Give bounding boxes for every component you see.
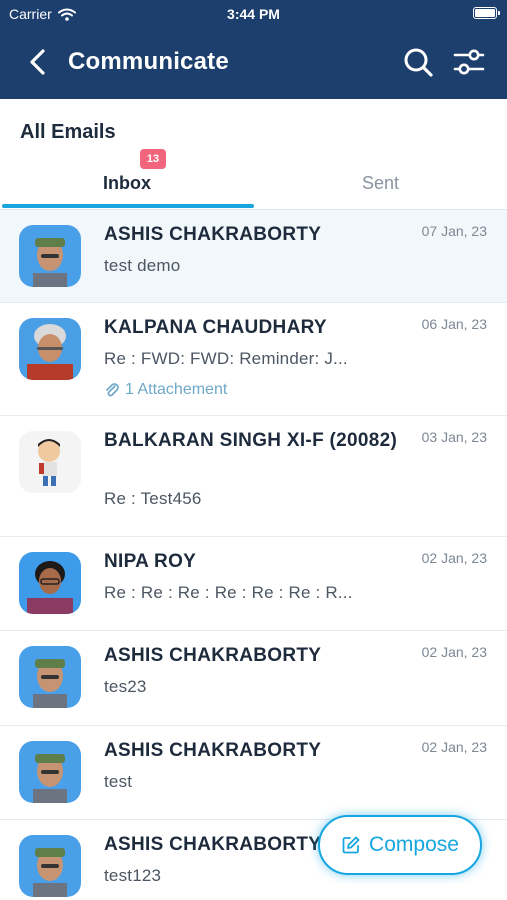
email-date: 02 Jan, 23: [421, 550, 487, 566]
attachment-info[interactable]: 1 Attachement: [104, 381, 227, 399]
avatar: [19, 552, 81, 614]
compose-button[interactable]: Compose: [318, 815, 482, 875]
page-title: Communicate: [68, 48, 229, 75]
sender-name: ASHIS CHAKRABORTY: [104, 645, 322, 666]
tab-indicator: [2, 204, 254, 208]
avatar: [19, 318, 81, 380]
tab-inbox-label: Inbox: [103, 172, 151, 193]
avatar: [19, 835, 81, 897]
sliders-icon[interactable]: [452, 46, 486, 78]
email-date: 07 Jan, 23: [421, 223, 487, 239]
email-row[interactable]: BALKARAN SINGH XI-F (20082) 03 Jan, 23 R…: [0, 416, 507, 537]
unread-badge: 13: [140, 149, 166, 169]
sender-name: BALKARAN SINGH XI-F (20082): [104, 430, 398, 451]
email-subject: Re : Test456: [104, 489, 202, 508]
edit-icon: [342, 836, 360, 854]
avatar: [19, 225, 81, 287]
email-date: 02 Jan, 23: [421, 739, 487, 755]
compose-label: Compose: [369, 833, 459, 856]
email-subject: tes23: [104, 677, 147, 696]
email-subject: Re : Re : Re : Re : Re : Re : R...: [104, 583, 353, 602]
battery-icon: [473, 7, 500, 19]
mail-tabs: Inbox 13 Sent: [0, 149, 507, 210]
email-row[interactable]: ASHIS CHAKRABORTY 02 Jan, 23 tes23: [0, 631, 507, 726]
email-row[interactable]: NIPA ROY 02 Jan, 23 Re : Re : Re : Re : …: [0, 537, 507, 631]
email-row[interactable]: ASHIS CHAKRABORTY 02 Jan, 23 test: [0, 726, 507, 820]
email-row[interactable]: KALPANA CHAUDHARY 06 Jan, 23 Re : FWD: F…: [0, 303, 507, 416]
chevron-left-icon[interactable]: [26, 48, 52, 76]
tab-sent-label: Sent: [361, 172, 400, 193]
tab-sent[interactable]: Sent: [254, 158, 507, 208]
paperclip-icon: [106, 383, 119, 397]
search-icon[interactable]: [402, 46, 434, 78]
screen: Carrier 3:44 PM Communicate All Emails I…: [0, 0, 507, 900]
sender-name: KALPANA CHAUDHARY: [104, 317, 327, 338]
email-subject: Re : FWD: FWD: Reminder: J...: [104, 349, 348, 368]
email-date: 02 Jan, 23: [421, 644, 487, 660]
sender-name: ASHIS CHAKRABORTY: [104, 224, 322, 245]
status-bar: Carrier 3:44 PM: [0, 0, 507, 28]
attachment-label: 1 Attachement: [125, 381, 228, 398]
email-date: 06 Jan, 23: [421, 316, 487, 332]
avatar: [19, 741, 81, 803]
avatar: [19, 646, 81, 708]
avatar: [19, 431, 81, 493]
email-date: 03 Jan, 23: [421, 429, 487, 445]
sender-name: ASHIS CHAKRABORTY: [104, 740, 322, 761]
status-time: 3:44 PM: [227, 6, 280, 22]
section-title: All Emails: [20, 121, 116, 143]
email-subject: test: [104, 772, 133, 791]
tab-inbox[interactable]: Inbox 13: [0, 149, 254, 208]
app-header: Carrier 3:44 PM Communicate: [0, 0, 507, 99]
email-subject: test demo: [104, 256, 181, 275]
email-row[interactable]: ASHIS CHAKRABORTY 07 Jan, 23 test demo: [0, 210, 507, 303]
sender-name: NIPA ROY: [104, 551, 197, 572]
